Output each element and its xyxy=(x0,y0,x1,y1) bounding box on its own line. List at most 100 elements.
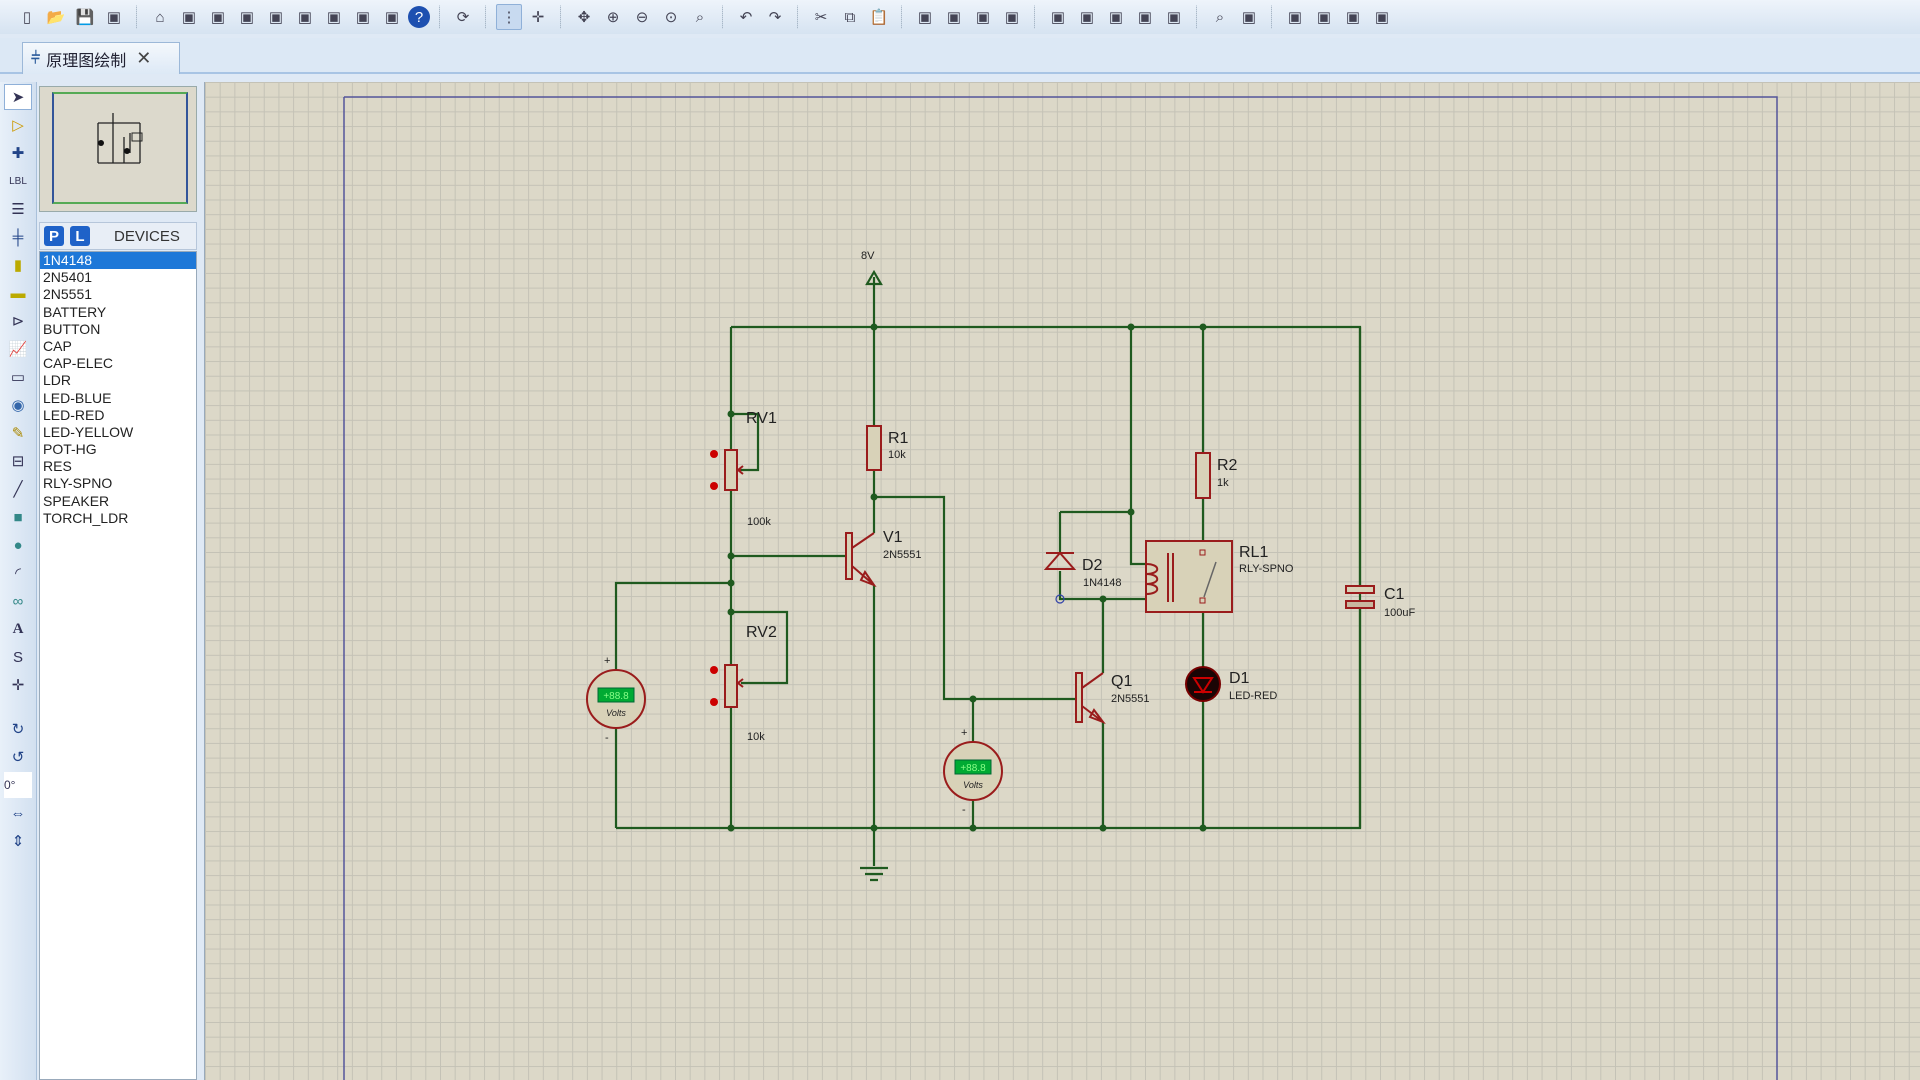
tape-recorder-icon[interactable]: ▭ xyxy=(4,364,32,390)
goto-sheet-icon[interactable]: ▣ xyxy=(1340,4,1366,30)
design-explorer-icon[interactable]: ▣ xyxy=(321,4,347,30)
help-icon[interactable]: ? xyxy=(408,6,430,28)
grid-icon[interactable]: ⋮ xyxy=(496,4,522,30)
voltage-probe-icon[interactable]: ✎ xyxy=(4,420,32,446)
device-list-item[interactable]: BUTTON xyxy=(40,321,196,338)
svg-text:LED-RED: LED-RED xyxy=(1229,690,1277,702)
svg-text:V1: V1 xyxy=(883,529,903,546)
block-delete-icon[interactable]: ▣ xyxy=(999,4,1025,30)
block-copy-icon[interactable]: ▣ xyxy=(912,4,938,30)
device-list-item[interactable]: TORCH_LDR xyxy=(40,510,196,527)
device-list-item[interactable]: POT-HG xyxy=(40,441,196,458)
zoom-out-icon[interactable]: ⊖ xyxy=(629,4,655,30)
marker-icon[interactable]: ✛ xyxy=(4,672,32,698)
pcb-icon[interactable]: ▣ xyxy=(205,4,231,30)
text-icon[interactable]: A xyxy=(4,616,32,642)
subcircuit-icon[interactable]: ▮ xyxy=(4,252,32,278)
redo-icon[interactable]: ↷ xyxy=(762,4,788,30)
copy-icon[interactable]: ⧉ xyxy=(837,4,863,30)
tab-schematic-capture[interactable]: ⫩ 原理图绘制 ✕ xyxy=(22,42,180,74)
mirror-horizontal-icon[interactable]: ⇔ xyxy=(4,800,32,826)
device-list-item[interactable]: LDR xyxy=(40,372,196,389)
close-tab-button[interactable]: ✕ xyxy=(136,48,151,69)
arc-icon[interactable]: ◜ xyxy=(4,560,32,586)
device-selector-header: P L DEVICES xyxy=(39,222,197,250)
component-mode-icon[interactable]: ▷ xyxy=(4,112,32,138)
svg-text:+88.8: +88.8 xyxy=(603,691,629,702)
device-list-item[interactable]: 2N5551 xyxy=(40,286,196,303)
svg-text:-: - xyxy=(605,732,609,744)
bom-icon[interactable]: ▣ xyxy=(292,4,318,30)
svg-text:2N5551: 2N5551 xyxy=(1111,693,1150,705)
wire-label-icon[interactable]: LBL xyxy=(4,168,32,194)
cut-icon[interactable]: ✂ xyxy=(808,4,834,30)
property-tool-icon[interactable]: ▣ xyxy=(1236,4,1262,30)
terminals-icon[interactable]: ▬ xyxy=(4,280,32,306)
line-icon[interactable]: ╱ xyxy=(4,476,32,502)
circle-icon[interactable]: ● xyxy=(4,532,32,558)
rotate-clockwise-icon[interactable]: ↻ xyxy=(4,716,32,742)
make-device-icon[interactable]: ▣ xyxy=(1074,4,1100,30)
device-list-item[interactable]: 1N4148 xyxy=(40,252,196,270)
new-sheet-icon[interactable]: ▣ xyxy=(1282,4,1308,30)
generator-icon[interactable]: ◉ xyxy=(4,392,32,418)
home-icon[interactable]: ⌂ xyxy=(147,4,173,30)
undo-icon[interactable]: ↶ xyxy=(733,4,759,30)
device-list-item[interactable]: RES xyxy=(40,458,196,475)
device-list-item[interactable]: CAP xyxy=(40,338,196,355)
block-move-icon[interactable]: ▣ xyxy=(941,4,967,30)
packaging-icon[interactable]: ▣ xyxy=(1103,4,1129,30)
junction-dot-icon[interactable]: ✚ xyxy=(4,140,32,166)
svg-text:R1: R1 xyxy=(888,430,909,447)
buses-icon[interactable]: ╪ xyxy=(4,224,32,250)
wire-autorouter-icon[interactable]: ▣ xyxy=(1161,4,1187,30)
rotate-anticlockwise-icon[interactable]: ↺ xyxy=(4,744,32,770)
search-icon[interactable]: ⌕ xyxy=(1207,4,1233,30)
device-pins-icon[interactable]: ⊳ xyxy=(4,308,32,334)
gerber-icon[interactable]: ▣ xyxy=(234,4,260,30)
zoom-in-icon[interactable]: ⊕ xyxy=(600,4,626,30)
symbol-icon[interactable]: S xyxy=(4,644,32,670)
netlist-icon[interactable]: ▣ xyxy=(1369,4,1395,30)
paste-icon[interactable]: 📋 xyxy=(866,4,892,30)
device-list-item[interactable]: LED-YELLOW xyxy=(40,424,196,441)
open-folder-icon[interactable]: 📂 xyxy=(43,4,69,30)
refresh-icon[interactable]: ⟳ xyxy=(450,4,476,30)
3d-viewer-icon[interactable]: ▣ xyxy=(263,4,289,30)
rotation-angle-field[interactable]: 0° xyxy=(4,772,32,798)
device-list-item[interactable]: LED-RED xyxy=(40,407,196,424)
graph-icon[interactable]: 📈 xyxy=(4,336,32,362)
device-list-item[interactable]: SPEAKER xyxy=(40,493,196,510)
zoom-area-icon[interactable]: ⌕ xyxy=(687,4,713,30)
origin-icon[interactable]: ✛ xyxy=(525,4,551,30)
device-list-item[interactable]: RLY-SPNO xyxy=(40,475,196,492)
device-list-item[interactable]: 2N5401 xyxy=(40,269,196,286)
delete-sheet-icon[interactable]: ▣ xyxy=(1311,4,1337,30)
pick-devices-button[interactable]: P xyxy=(44,226,64,246)
save-icon[interactable]: 💾 xyxy=(72,4,98,30)
virtual-instruments-icon[interactable]: ⊟ xyxy=(4,448,32,474)
path-icon[interactable]: ∞ xyxy=(4,588,32,614)
decompose-icon[interactable]: ▣ xyxy=(1132,4,1158,30)
box-icon[interactable]: ■ xyxy=(4,504,32,530)
mirror-vertical-icon[interactable]: ⇕ xyxy=(4,828,32,854)
overview-window[interactable] xyxy=(39,86,197,212)
schematic-icon[interactable]: ▣ xyxy=(176,4,202,30)
zoom-all-icon[interactable]: ⊙ xyxy=(658,4,684,30)
notes-icon[interactable]: ▣ xyxy=(379,4,405,30)
toolbar-separator xyxy=(1196,5,1198,29)
pan-icon[interactable]: ✥ xyxy=(571,4,597,30)
new-file-icon[interactable]: ▯ xyxy=(14,4,40,30)
text-script-icon[interactable]: ☰ xyxy=(4,196,32,222)
svg-text:RV1: RV1 xyxy=(746,410,777,427)
selection-mode-icon[interactable]: ➤ xyxy=(4,84,32,110)
script-icon[interactable]: ▣ xyxy=(350,4,376,30)
block-rotate-icon[interactable]: ▣ xyxy=(970,4,996,30)
pick-device-icon[interactable]: ▣ xyxy=(1045,4,1071,30)
device-list-item[interactable]: CAP-ELEC xyxy=(40,355,196,372)
import-icon[interactable]: ▣ xyxy=(101,4,127,30)
device-list-item[interactable]: BATTERY xyxy=(40,304,196,321)
library-manager-button[interactable]: L xyxy=(70,226,90,246)
schematic-canvas[interactable]: 8V RV1 100k RV2 10k R1 10k R2 1k V1 2N55… xyxy=(204,82,1920,1080)
device-list-item[interactable]: LED-BLUE xyxy=(40,390,196,407)
